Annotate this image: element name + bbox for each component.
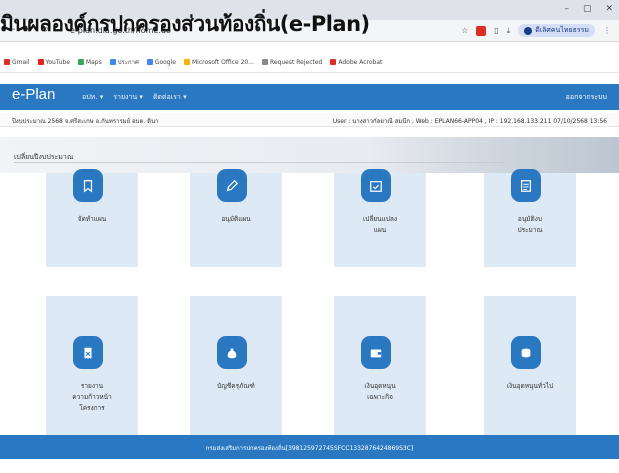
bookmark-item[interactable]: Microsoft Office 20... <box>183 57 254 67</box>
minimize-icon[interactable]: – <box>564 4 569 14</box>
document-list-icon <box>511 169 541 202</box>
bookmark-icon <box>109 59 116 65</box>
report-icon <box>73 336 103 369</box>
menu-card[interactable]: เงินอุดหนุนทั่วไป <box>484 296 576 435</box>
avatar <box>524 26 533 35</box>
menu-card[interactable]: เงินอุดหนุน เฉพาะกิจ <box>334 296 426 435</box>
menu-label: รายงาน <box>113 93 138 101</box>
google-icon <box>146 59 153 65</box>
menu-icon[interactable]: ⋮ <box>603 26 611 35</box>
card-label: เงินอุดหนุนทั่วไป <box>506 382 554 390</box>
bookmark-label: ประกาศ <box>117 59 139 66</box>
acrobat-icon <box>330 59 337 65</box>
menu-item-reports[interactable]: รายงาน ▾ <box>113 92 143 103</box>
section-header: เปลี่ยนปีงบประมาณ <box>0 137 619 173</box>
pencil-icon <box>217 169 247 202</box>
menu-card[interactable]: อนุมัติแผน <box>190 169 282 267</box>
menu-card[interactable]: รายงาน ความก้าวหน้า โครงการ <box>46 296 138 435</box>
footer-text: กรมส่งเสริมการปกครองท้องถิ่น[39812597274… <box>205 445 414 452</box>
org-info: ปีงบประมาณ 2568 จ.ศรีสะเกษ อ.กันทรารมย์ … <box>12 118 159 125</box>
chevron-down-icon: ▾ <box>139 93 143 101</box>
bookmark-label: Adobe Acrobat <box>338 58 383 66</box>
bookmark-label: Microsoft Office 20... <box>191 58 254 66</box>
profile-label: ดีเลิศคนไทยธรรม <box>535 26 589 34</box>
menu-card[interactable]: บัญชีครุภัณฑ์ <box>190 296 282 435</box>
gmail-icon <box>4 59 10 65</box>
youtube-icon <box>37 59 44 65</box>
bookmark-label: YouTube <box>45 58 70 66</box>
bookmark-item[interactable]: ประกาศ <box>109 57 139 67</box>
menu-item-contact[interactable]: ติดต่อเรา ▾ <box>153 92 187 103</box>
main-content: จัดทำแผน อนุมัติแผน เปลี่ยนแปลง แผน อนุมัติ… <box>0 169 619 435</box>
card-label: เงินอุดหนุน เฉพาะกิจ <box>364 382 396 401</box>
bottom-strip <box>0 459 619 473</box>
footer: กรมส่งเสริมการปกครองท้องถิ่น[39812597274… <box>0 435 619 459</box>
user-info: User : นางสาวกัลยาณี สมนึก , Web : EPLAN… <box>332 118 607 125</box>
menu-item-org[interactable]: อปท. ▾ <box>82 92 103 103</box>
calendar-check-icon <box>361 169 391 202</box>
close-icon[interactable]: ✕ <box>605 4 613 14</box>
chevron-down-icon: ▾ <box>183 93 187 101</box>
menu-label: ติดต่อเรา <box>152 93 181 101</box>
chevron-down-icon: ▾ <box>99 93 104 101</box>
bookmark-label: Gmail <box>12 58 30 66</box>
profile-button[interactable]: ดีเลิศคนไทยธรรม <box>518 24 595 37</box>
app-header: e-Plan อปท. ▾ รายงาน ▾ ติดต่อเรา ▾ ออกจา… <box>0 84 619 110</box>
menu-card[interactable]: จัดทำแผน <box>46 169 138 267</box>
logout-link[interactable]: ออกจากระบบ <box>566 92 607 103</box>
card-label: เปลี่ยนแปลง แผน <box>362 215 398 234</box>
bookmark-label: Maps <box>85 58 102 66</box>
globe-icon <box>261 59 268 65</box>
overlay-title: มินผลองค์กรปกครองส่วนท้องถิ่น(e-Plan) <box>0 12 370 36</box>
office-icon <box>183 59 190 65</box>
main-menu: อปท. ▾ รายงาน ▾ ติดต่อเรา ▾ <box>82 92 187 103</box>
wallet-icon <box>361 336 391 369</box>
download-icon[interactable]: ⤓ <box>507 26 511 36</box>
maximize-icon[interactable]: ▢ <box>583 4 592 14</box>
bookmark-item[interactable]: Gmail <box>4 57 30 67</box>
bookmark-item[interactable]: YouTube <box>37 57 70 67</box>
bookmark-list: Gmail YouTube Maps ประกาศ Google Microsoft Of… <box>4 57 382 67</box>
bookmark-icon <box>73 169 103 202</box>
app-logo[interactable]: e-Plan <box>12 86 55 103</box>
maps-icon <box>77 59 84 65</box>
address-icons: ☆ ▯ ⤓ ดีเลิศคนไทยธรรม ⋮ <box>461 24 611 37</box>
puzzle-icon[interactable]: ▯ <box>494 26 498 35</box>
extension-icon[interactable] <box>476 25 487 36</box>
bookmark-item[interactable]: Request Rejected <box>261 57 323 67</box>
bookmark-label: Google <box>154 58 176 66</box>
bookmarks-bar: Gmail YouTube Maps ประกาศ Google Microsoft Of… <box>0 43 619 73</box>
card-label: อนุมัติแผน <box>221 215 251 223</box>
bookmark-item[interactable]: Google <box>146 57 176 67</box>
window-controls: – ▢ ✕ <box>564 4 613 14</box>
menu-card[interactable]: เปลี่ยนแปลง แผน <box>334 169 426 267</box>
card-label: รายงาน ความก้าวหน้า โครงการ <box>72 382 112 412</box>
money-bag-icon <box>217 336 247 369</box>
coins-icon <box>511 336 541 369</box>
bookmark-label: Request Rejected <box>269 58 323 66</box>
card-label: อนุมัติงบ ประมาณ <box>517 215 543 234</box>
card-label: จัดทำแผน <box>77 215 107 223</box>
bookmark-item[interactable]: Maps <box>77 57 102 67</box>
star-icon[interactable]: ☆ <box>461 26 468 35</box>
menu-card[interactable]: อนุมัติงบ ประมาณ <box>484 169 576 267</box>
bookmark-item[interactable]: Adobe Acrobat <box>330 57 382 67</box>
info-bar: ปีงบประมาณ 2568 จ.ศรีสะเกษ อ.กันทรารมย์ … <box>0 113 619 127</box>
card-label: บัญชีครุภัณฑ์ <box>217 382 255 390</box>
divider <box>14 162 504 163</box>
menu-label: อปท. <box>82 93 98 101</box>
